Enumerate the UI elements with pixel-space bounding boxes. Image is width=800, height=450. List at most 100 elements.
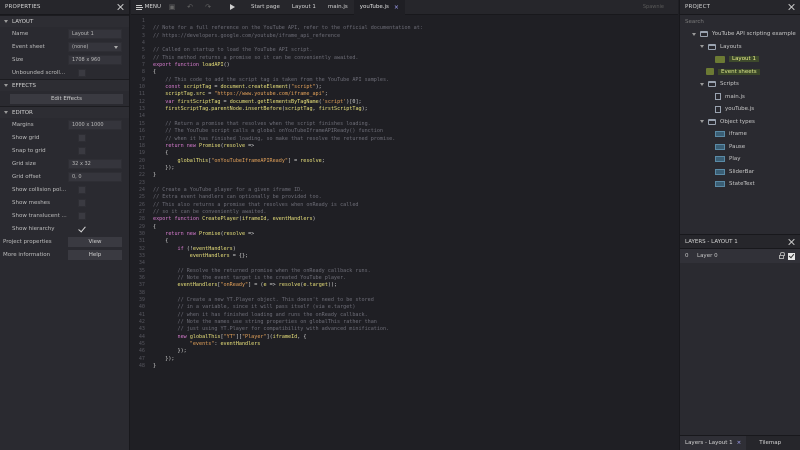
tree-layouts-folder[interactable]: Layouts (680, 41, 800, 54)
layer-row[interactable]: 0 Layer 0 (680, 249, 800, 263)
grid-offset-field[interactable]: 0, 0 (68, 171, 122, 182)
tab-layout-1[interactable]: Layout 1 (286, 0, 322, 15)
prop-label: Event sheet (12, 43, 45, 50)
grid-size-field[interactable]: 32 x 32 (68, 158, 122, 169)
line-number: 11 (138, 91, 145, 98)
code-line: 42 // Note the names use string properti… (131, 319, 678, 326)
close-icon[interactable] (116, 3, 124, 11)
play-button[interactable] (225, 0, 239, 15)
tab-layers[interactable]: Layers - Layout 1 × (680, 435, 747, 450)
code-token: )[0]; (346, 98, 362, 105)
code-token: ; (321, 157, 325, 164)
code-text: // Called on startup to load the YouTube… (149, 47, 312, 54)
size-field[interactable]: 1708 x 960 (68, 54, 122, 65)
line-number: 15 (138, 120, 145, 127)
code-token: // This also returns a promise that reso… (153, 201, 359, 208)
code-text: if (!eventHandlers) (149, 246, 236, 253)
tab-close-icon[interactable]: × (394, 4, 399, 11)
tree-object-types-folder[interactable]: Object types (680, 116, 800, 129)
edit-effects-button[interactable]: Edit Effects (10, 94, 123, 104)
tab-start-page[interactable]: Start page (245, 0, 286, 15)
tree-layout-item[interactable]: Layout 1 (680, 53, 800, 66)
code-text: // Note the names use string properties … (149, 319, 377, 326)
code-editor[interactable]: 1 2 // Note for a full reference on the Yo… (131, 16, 678, 450)
code-text: // Resolve the returned promise when the… (149, 268, 371, 275)
line-number: 40 (138, 304, 145, 311)
line-number: 41 (138, 311, 145, 318)
tree-object-item[interactable]: iframe (680, 128, 800, 141)
code-token: "events" (153, 341, 215, 348)
tree-script-item[interactable]: youTube.js (680, 103, 800, 116)
tree-object-item[interactable]: SliderBar (680, 166, 800, 179)
code-token: scriptTag (153, 91, 193, 98)
tree-script-item[interactable]: main.js (680, 91, 800, 104)
search-input[interactable]: Search (680, 15, 800, 28)
tree-label: Object types (720, 118, 755, 125)
layer-index: 0 (685, 253, 689, 259)
redo-icon[interactable]: ↷ (201, 0, 215, 15)
show-translucent-checkbox[interactable] (78, 211, 86, 220)
event-sheet-select[interactable]: (none) (68, 41, 122, 52)
folder-icon (700, 31, 708, 38)
tab-main-js[interactable]: main.js (322, 0, 354, 15)
menu-button[interactable]: MENU (131, 4, 161, 10)
code-token: // Resolve the returned promise when the… (153, 267, 371, 274)
code-line: 33 eventHandlers = {}; (131, 253, 678, 260)
close-icon[interactable] (787, 238, 795, 246)
help-button[interactable]: Help (68, 249, 122, 260)
show-collision-checkbox[interactable] (78, 185, 86, 194)
line-number: 3 (141, 32, 145, 39)
object-type-icon (715, 156, 725, 163)
line-number: 17 (138, 135, 145, 142)
show-grid-checkbox[interactable] (78, 133, 86, 142)
lock-icon[interactable] (779, 252, 785, 259)
close-icon[interactable] (787, 3, 795, 11)
code-token: var (153, 98, 178, 105)
code-text: // so it can be conveniently awaited. (149, 209, 266, 216)
snap-grid-checkbox[interactable] (78, 146, 86, 155)
prop-show-collision: Show collision pol... (0, 183, 129, 196)
code-token: src (195, 91, 206, 98)
section-label: EDITOR (12, 109, 33, 116)
undo-icon[interactable]: ↶ (183, 0, 197, 15)
tree-object-item[interactable]: Pause (680, 141, 800, 154)
section-editor[interactable]: EDITOR (0, 106, 129, 118)
unbounded-checkbox[interactable] (78, 68, 86, 77)
show-hierarchy-checkbox[interactable] (78, 225, 86, 233)
tab-close-icon[interactable]: × (737, 440, 742, 446)
line-number: 33 (138, 253, 145, 259)
code-token: ); (361, 106, 368, 113)
tree-scripts-folder[interactable]: Scripts (680, 78, 800, 91)
code-token: // when it has finished loading, so make… (153, 135, 396, 142)
section-effects[interactable]: EFFECTS (0, 79, 129, 91)
code-token: resolve (278, 282, 301, 289)
prop-show-translucent: Show translucent ... (0, 209, 129, 222)
folder-icon (708, 118, 716, 125)
name-field[interactable]: Layout 1 (68, 28, 122, 39)
margins-field[interactable]: 1000 x 1000 (68, 119, 122, 130)
view-button[interactable]: View (68, 236, 122, 247)
tree-object-item[interactable]: Play (680, 153, 800, 166)
show-meshes-checkbox[interactable] (78, 198, 86, 207)
line-number: 44 (138, 333, 145, 340)
code-token: "onReady" (220, 282, 249, 289)
code-line: 22} (131, 172, 678, 179)
line-number: 45 (138, 341, 145, 348)
tree-object-item[interactable]: StateText (680, 178, 800, 191)
prop-label: Snap to grid (12, 147, 46, 154)
spawn-label: Spawnie (642, 4, 664, 10)
tree-event-sheets-folder[interactable]: Event sheets (680, 66, 800, 79)
tab-youtube-js[interactable]: youTube.js × (353, 0, 405, 15)
section-layout[interactable]: LAYOUT (0, 15, 129, 27)
tree-root[interactable]: YouTube API scripting example (680, 28, 800, 41)
tab-tilemap[interactable]: Tilemap (754, 436, 786, 450)
code-token: "script" (291, 84, 316, 91)
code-token: , { (297, 333, 307, 340)
save-icon[interactable]: ▣ (165, 0, 179, 15)
code-token: ] = (287, 157, 301, 164)
object-type-icon (715, 131, 725, 138)
layer-visible-checkbox[interactable] (788, 252, 795, 260)
code-text: return new Promise(resolve => (149, 231, 254, 238)
